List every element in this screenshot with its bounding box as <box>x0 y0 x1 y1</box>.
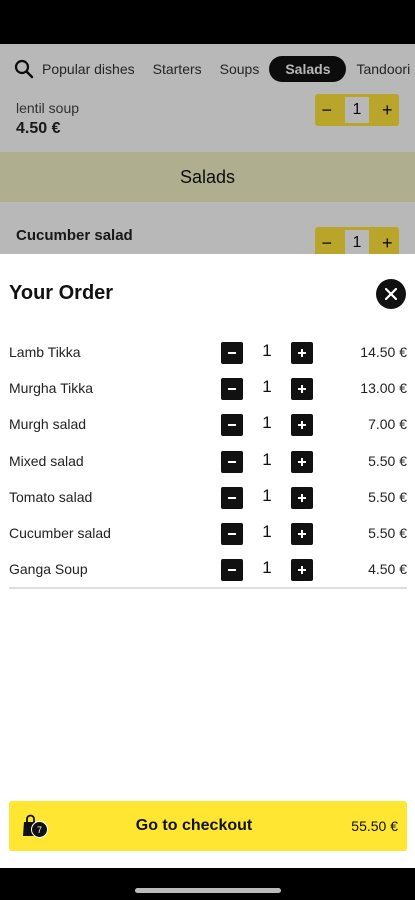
order-item-price: 5.50 € <box>368 452 407 469</box>
quantity-value: 1 <box>262 413 272 433</box>
order-item-price: 13.00 € <box>360 380 407 397</box>
minus-icon <box>228 496 236 499</box>
order-row: Murgh salad 1 7.00 € <box>0 407 415 443</box>
quantity-value: 1 <box>262 377 272 397</box>
plus-icon <box>298 566 306 575</box>
checkout-button[interactable]: 7 Go to checkout 55.50 € <box>9 801 407 851</box>
status-bar <box>0 0 415 44</box>
order-item-price: 4.50 € <box>368 561 407 578</box>
increase-button[interactable] <box>291 486 313 509</box>
order-row: Mixed salad 1 5.50 € <box>0 444 415 480</box>
minus-icon <box>228 352 236 354</box>
close-icon <box>385 288 397 300</box>
quantity-value: 1 <box>262 449 272 469</box>
quantity-value: 1 <box>262 558 272 578</box>
minus-icon <box>228 388 236 391</box>
close-button[interactable] <box>376 279 406 309</box>
order-item-price: 5.50 € <box>368 488 407 505</box>
decrease-button[interactable] <box>221 522 243 545</box>
decrease-button[interactable] <box>221 450 243 473</box>
divider <box>9 587 407 589</box>
increase-button[interactable] <box>291 342 313 364</box>
minus-icon <box>228 532 236 535</box>
sheet-title: Your Order <box>9 282 114 304</box>
order-list: Lamb Tikka 1 14.50 € Murgha Tikka 1 13.0… <box>0 335 415 588</box>
order-item-name: Murgh salad <box>9 416 87 433</box>
order-row: Ganga Soup 1 4.50 € <box>0 552 415 588</box>
home-handle[interactable] <box>135 888 281 893</box>
plus-icon <box>298 457 306 466</box>
increase-button[interactable] <box>291 559 313 582</box>
order-row: Tomato salad 1 5.50 € <box>0 480 415 516</box>
increase-button[interactable] <box>291 522 313 545</box>
increase-button[interactable] <box>291 378 313 401</box>
system-nav-bar <box>0 868 415 900</box>
order-row: Murgha Tikka 1 13.00 € <box>0 371 415 407</box>
order-item-price: 14.50 € <box>360 344 407 360</box>
checkout-label: Go to checkout <box>135 817 253 834</box>
order-item-name: Murgha Tikka <box>9 380 94 397</box>
plus-icon <box>298 421 306 430</box>
order-item-name: Cucumber salad <box>9 524 111 541</box>
plus-icon <box>298 385 306 394</box>
increase-button[interactable] <box>291 414 313 437</box>
dim-overlay[interactable] <box>0 44 415 254</box>
order-item-name: Mixed salad <box>9 452 84 469</box>
minus-icon <box>228 424 236 427</box>
order-item-price: 7.00 € <box>368 416 407 433</box>
app-screen: Popular dishes Starters Soups Salads Tan… <box>0 44 415 868</box>
quantity-value: 1 <box>262 521 272 541</box>
order-item-name: Tomato salad <box>9 488 93 505</box>
decrease-button[interactable] <box>221 378 243 401</box>
plus-icon <box>298 493 306 502</box>
quantity-value: 1 <box>262 341 272 360</box>
plus-icon <box>298 529 306 538</box>
order-row: Cucumber salad 1 5.50 € <box>0 516 415 552</box>
decrease-button[interactable] <box>221 342 243 364</box>
order-item-name: Lamb Tikka <box>9 344 81 360</box>
plus-icon <box>298 349 306 357</box>
quantity-value: 1 <box>262 485 272 505</box>
minus-icon <box>228 569 236 572</box>
decrease-button[interactable] <box>221 486 243 509</box>
decrease-button[interactable] <box>221 559 243 582</box>
order-row: Lamb Tikka 1 14.50 € <box>0 335 415 371</box>
checkout-total: 55.50 € <box>351 818 398 834</box>
increase-button[interactable] <box>291 450 313 473</box>
order-sheet: Your Order Lamb Tikka 1 14.50 € Murgha T… <box>0 254 415 868</box>
decrease-button[interactable] <box>221 414 243 437</box>
minus-icon <box>228 460 236 463</box>
order-item-price: 5.50 € <box>368 524 407 541</box>
order-item-name: Ganga Soup <box>9 561 88 578</box>
